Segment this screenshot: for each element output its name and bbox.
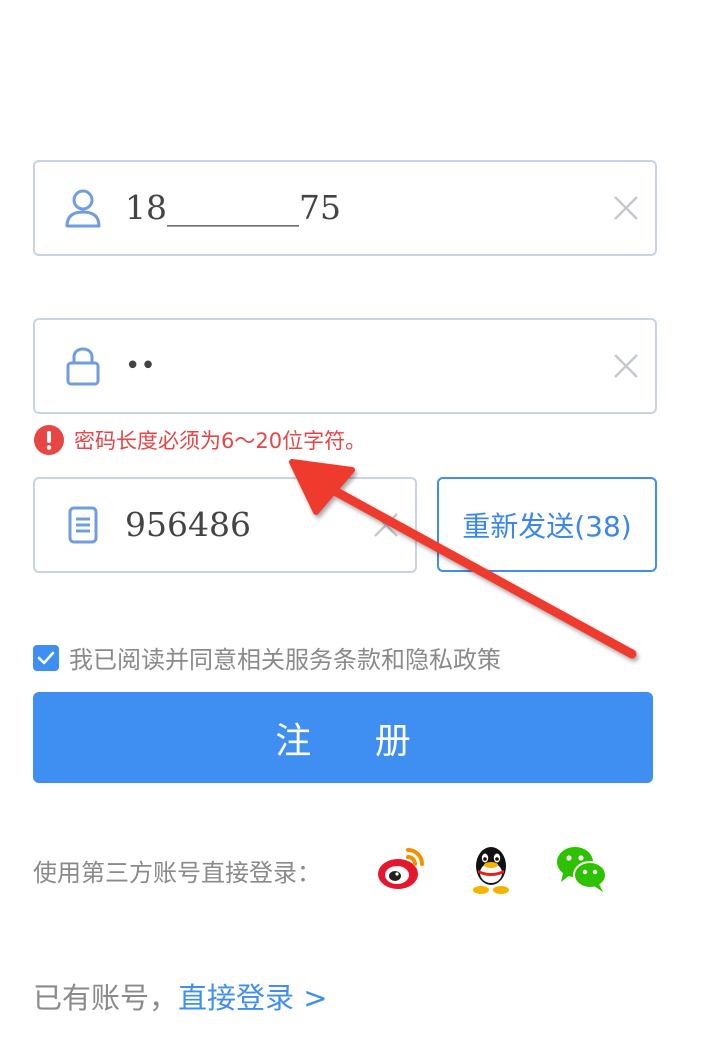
clear-phone-icon[interactable] xyxy=(611,193,641,223)
login-prefix: 已有账号， xyxy=(33,981,179,1015)
password-input[interactable]: •• xyxy=(125,320,156,412)
direct-login-link[interactable]: 直接登录 > xyxy=(178,981,328,1015)
error-message: 密码长度必须为6～20位字符。 xyxy=(74,429,367,453)
resend-code-button[interactable]: 重新发送(38) xyxy=(437,477,657,572)
lock-icon xyxy=(66,347,100,386)
password-field[interactable]: •• xyxy=(33,318,657,414)
third-party-label: 使用第三方账号直接登录： xyxy=(33,858,321,887)
agreement-row: 我已阅读并同意相关服务条款和隐私政策 xyxy=(33,640,501,675)
phone-field[interactable]: 18________75 xyxy=(33,160,657,256)
clear-code-icon[interactable] xyxy=(371,510,401,540)
register-button[interactable]: 注 册 xyxy=(33,692,653,783)
qq-icon[interactable] xyxy=(463,840,519,896)
password-error: 密码长度必须为6～20位字符。 xyxy=(34,424,366,456)
alert-icon xyxy=(34,425,64,455)
phone-input[interactable]: 18________75 xyxy=(125,162,341,254)
user-icon xyxy=(65,189,101,228)
login-prompt: 已有账号，直接登录 > xyxy=(33,975,328,1017)
agreement-text[interactable]: 我已阅读并同意相关服务条款和隐私政策 xyxy=(69,640,501,675)
check-icon xyxy=(37,651,55,664)
wechat-icon[interactable] xyxy=(554,840,610,896)
clear-password-icon[interactable] xyxy=(611,351,641,381)
document-icon xyxy=(68,506,98,544)
third-party-login: 使用第三方账号直接登录： xyxy=(33,840,321,900)
agreement-checkbox[interactable] xyxy=(33,644,59,671)
weibo-icon[interactable] xyxy=(374,840,430,896)
verification-code-field[interactable]: 956486 xyxy=(33,477,417,573)
verification-code-input[interactable]: 956486 xyxy=(125,479,251,571)
